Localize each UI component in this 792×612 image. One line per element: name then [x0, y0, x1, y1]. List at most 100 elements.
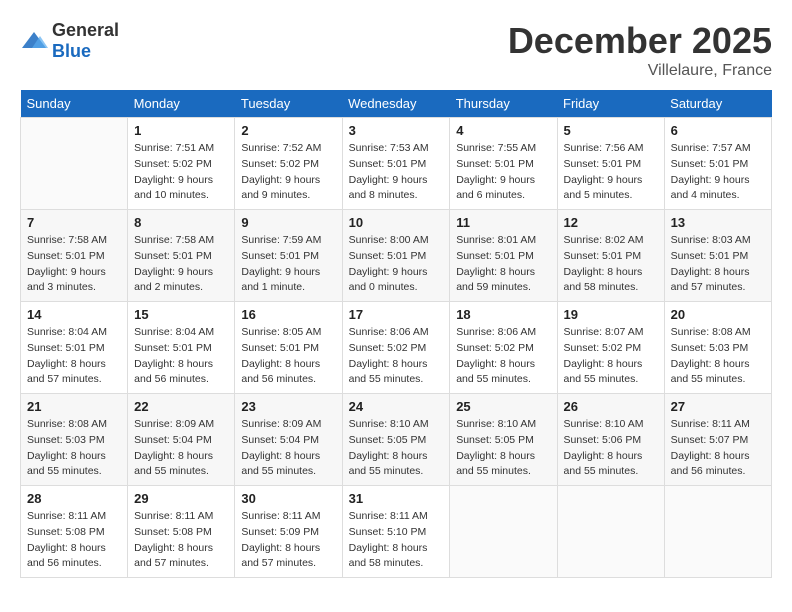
- day-info: Sunrise: 7:51 AMSunset: 5:02 PMDaylight:…: [134, 141, 228, 204]
- day-info: Sunrise: 8:06 AMSunset: 5:02 PMDaylight:…: [349, 325, 444, 388]
- calendar-cell: 29 Sunrise: 8:11 AMSunset: 5:08 PMDayligh…: [128, 486, 235, 578]
- day-info: Sunrise: 8:03 AMSunset: 5:01 PMDaylight:…: [671, 233, 765, 296]
- header-day-sunday: Sunday: [21, 90, 128, 118]
- day-number: 14: [27, 307, 121, 322]
- logo-text: General Blue: [52, 20, 119, 62]
- calendar-cell: 30 Sunrise: 8:11 AMSunset: 5:09 PMDayligh…: [235, 486, 342, 578]
- day-info: Sunrise: 7:59 AMSunset: 5:01 PMDaylight:…: [241, 233, 335, 296]
- day-info: Sunrise: 8:08 AMSunset: 5:03 PMDaylight:…: [671, 325, 765, 388]
- calendar-cell: [664, 486, 771, 578]
- calendar-cell: [21, 118, 128, 210]
- day-number: 15: [134, 307, 228, 322]
- calendar-cell: 16 Sunrise: 8:05 AMSunset: 5:01 PMDayligh…: [235, 302, 342, 394]
- calendar-header: SundayMondayTuesdayWednesdayThursdayFrid…: [21, 90, 772, 118]
- calendar-cell: 1 Sunrise: 7:51 AMSunset: 5:02 PMDaylight…: [128, 118, 235, 210]
- day-info: Sunrise: 8:08 AMSunset: 5:03 PMDaylight:…: [27, 417, 121, 480]
- calendar-cell: 22Sunrise: 8:09 AMSunset: 5:04 PMDayligh…: [128, 394, 235, 486]
- title-area: December 2025 Villelaure, France: [508, 20, 772, 80]
- day-info: Sunrise: 8:07 AMSunset: 5:02 PMDaylight:…: [564, 325, 658, 388]
- calendar-cell: 12 Sunrise: 8:02 AMSunset: 5:01 PMDayligh…: [557, 210, 664, 302]
- calendar-row: 21 Sunrise: 8:08 AMSunset: 5:03 PMDayligh…: [21, 394, 772, 486]
- calendar-cell: 9 Sunrise: 7:59 AMSunset: 5:01 PMDaylight…: [235, 210, 342, 302]
- day-info: Sunrise: 8:09 AMSunset: 5:04 PMDaylight:…: [134, 417, 228, 480]
- day-info: Sunrise: 8:09 AMSunset: 5:04 PMDaylight:…: [241, 417, 335, 480]
- calendar-cell: [557, 486, 664, 578]
- day-number: 26: [564, 399, 658, 414]
- calendar-cell: 26 Sunrise: 8:10 AMSunset: 5:06 PMDayligh…: [557, 394, 664, 486]
- logo-blue: Blue: [52, 41, 91, 61]
- day-info: Sunrise: 7:58 AMSunset: 5:01 PMDaylight:…: [134, 233, 228, 296]
- day-number: 28: [27, 491, 121, 506]
- calendar-cell: 13 Sunrise: 8:03 AMSunset: 5:01 PMDayligh…: [664, 210, 771, 302]
- day-number: 6: [671, 123, 765, 138]
- calendar-cell: 23 Sunrise: 8:09 AMSunset: 5:04 PMDayligh…: [235, 394, 342, 486]
- day-info: Sunrise: 8:05 AMSunset: 5:01 PMDaylight:…: [241, 325, 335, 388]
- calendar-cell: 31Sunrise: 8:11 AMSunset: 5:10 PMDayligh…: [342, 486, 450, 578]
- day-number: 9: [241, 215, 335, 230]
- day-number: 27: [671, 399, 765, 414]
- day-info: Sunrise: 7:53 AMSunset: 5:01 PMDaylight:…: [349, 141, 444, 204]
- calendar-body: 1 Sunrise: 7:51 AMSunset: 5:02 PMDaylight…: [21, 118, 772, 578]
- calendar-cell: 11Sunrise: 8:01 AMSunset: 5:01 PMDayligh…: [450, 210, 557, 302]
- calendar-cell: 5 Sunrise: 7:56 AMSunset: 5:01 PMDaylight…: [557, 118, 664, 210]
- calendar-cell: 7Sunrise: 7:58 AMSunset: 5:01 PMDaylight…: [21, 210, 128, 302]
- day-number: 1: [134, 123, 228, 138]
- day-number: 23: [241, 399, 335, 414]
- day-info: Sunrise: 8:11 AMSunset: 5:08 PMDaylight:…: [134, 509, 228, 572]
- day-number: 20: [671, 307, 765, 322]
- calendar-row: 1 Sunrise: 7:51 AMSunset: 5:02 PMDaylight…: [21, 118, 772, 210]
- day-number: 16: [241, 307, 335, 322]
- calendar-cell: 10 Sunrise: 8:00 AMSunset: 5:01 PMDayligh…: [342, 210, 450, 302]
- day-number: 4: [456, 123, 550, 138]
- calendar-cell: 6 Sunrise: 7:57 AMSunset: 5:01 PMDaylight…: [664, 118, 771, 210]
- day-number: 29: [134, 491, 228, 506]
- header-day-thursday: Thursday: [450, 90, 557, 118]
- day-number: 17: [349, 307, 444, 322]
- month-title: December 2025: [508, 20, 772, 62]
- header-day-friday: Friday: [557, 90, 664, 118]
- day-info: Sunrise: 8:02 AMSunset: 5:01 PMDaylight:…: [564, 233, 658, 296]
- day-number: 5: [564, 123, 658, 138]
- header-day-monday: Monday: [128, 90, 235, 118]
- day-info: Sunrise: 8:11 AMSunset: 5:07 PMDaylight:…: [671, 417, 765, 480]
- day-info: Sunrise: 7:55 AMSunset: 5:01 PMDaylight:…: [456, 141, 550, 204]
- day-info: Sunrise: 8:10 AMSunset: 5:06 PMDaylight:…: [564, 417, 658, 480]
- day-number: 10: [349, 215, 444, 230]
- calendar-row: 7Sunrise: 7:58 AMSunset: 5:01 PMDaylight…: [21, 210, 772, 302]
- calendar-cell: 2Sunrise: 7:52 AMSunset: 5:02 PMDaylight…: [235, 118, 342, 210]
- day-info: Sunrise: 8:10 AMSunset: 5:05 PMDaylight:…: [349, 417, 444, 480]
- logo: General Blue: [20, 20, 119, 62]
- day-number: 19: [564, 307, 658, 322]
- calendar-cell: 21 Sunrise: 8:08 AMSunset: 5:03 PMDayligh…: [21, 394, 128, 486]
- day-info: Sunrise: 8:11 AMSunset: 5:10 PMDaylight:…: [349, 509, 444, 572]
- day-info: Sunrise: 7:57 AMSunset: 5:01 PMDaylight:…: [671, 141, 765, 204]
- calendar-cell: 14 Sunrise: 8:04 AMSunset: 5:01 PMDayligh…: [21, 302, 128, 394]
- day-number: 8: [134, 215, 228, 230]
- day-info: Sunrise: 8:06 AMSunset: 5:02 PMDaylight:…: [456, 325, 550, 388]
- day-info: Sunrise: 8:00 AMSunset: 5:01 PMDaylight:…: [349, 233, 444, 296]
- calendar-cell: [450, 486, 557, 578]
- day-info: Sunrise: 7:56 AMSunset: 5:01 PMDaylight:…: [564, 141, 658, 204]
- day-info: Sunrise: 8:04 AMSunset: 5:01 PMDaylight:…: [27, 325, 121, 388]
- day-number: 13: [671, 215, 765, 230]
- day-info: Sunrise: 7:58 AMSunset: 5:01 PMDaylight:…: [27, 233, 121, 296]
- day-number: 12: [564, 215, 658, 230]
- day-number: 30: [241, 491, 335, 506]
- logo-icon: [20, 30, 48, 52]
- calendar-cell: 28 Sunrise: 8:11 AMSunset: 5:08 PMDayligh…: [21, 486, 128, 578]
- day-info: Sunrise: 8:04 AMSunset: 5:01 PMDaylight:…: [134, 325, 228, 388]
- day-number: 25: [456, 399, 550, 414]
- calendar-row: 28 Sunrise: 8:11 AMSunset: 5:08 PMDayligh…: [21, 486, 772, 578]
- day-info: Sunrise: 8:11 AMSunset: 5:08 PMDaylight:…: [27, 509, 121, 572]
- calendar-cell: 3Sunrise: 7:53 AMSunset: 5:01 PMDaylight…: [342, 118, 450, 210]
- calendar-cell: 27 Sunrise: 8:11 AMSunset: 5:07 PMDayligh…: [664, 394, 771, 486]
- calendar-cell: 4 Sunrise: 7:55 AMSunset: 5:01 PMDaylight…: [450, 118, 557, 210]
- day-info: Sunrise: 8:10 AMSunset: 5:05 PMDaylight:…: [456, 417, 550, 480]
- calendar-cell: 8 Sunrise: 7:58 AMSunset: 5:01 PMDaylight…: [128, 210, 235, 302]
- day-number: 21: [27, 399, 121, 414]
- day-number: 18: [456, 307, 550, 322]
- day-info: Sunrise: 8:11 AMSunset: 5:09 PMDaylight:…: [241, 509, 335, 572]
- location: Villelaure, France: [508, 62, 772, 80]
- calendar-cell: 25 Sunrise: 8:10 AMSunset: 5:05 PMDayligh…: [450, 394, 557, 486]
- calendar-cell: 24Sunrise: 8:10 AMSunset: 5:05 PMDayligh…: [342, 394, 450, 486]
